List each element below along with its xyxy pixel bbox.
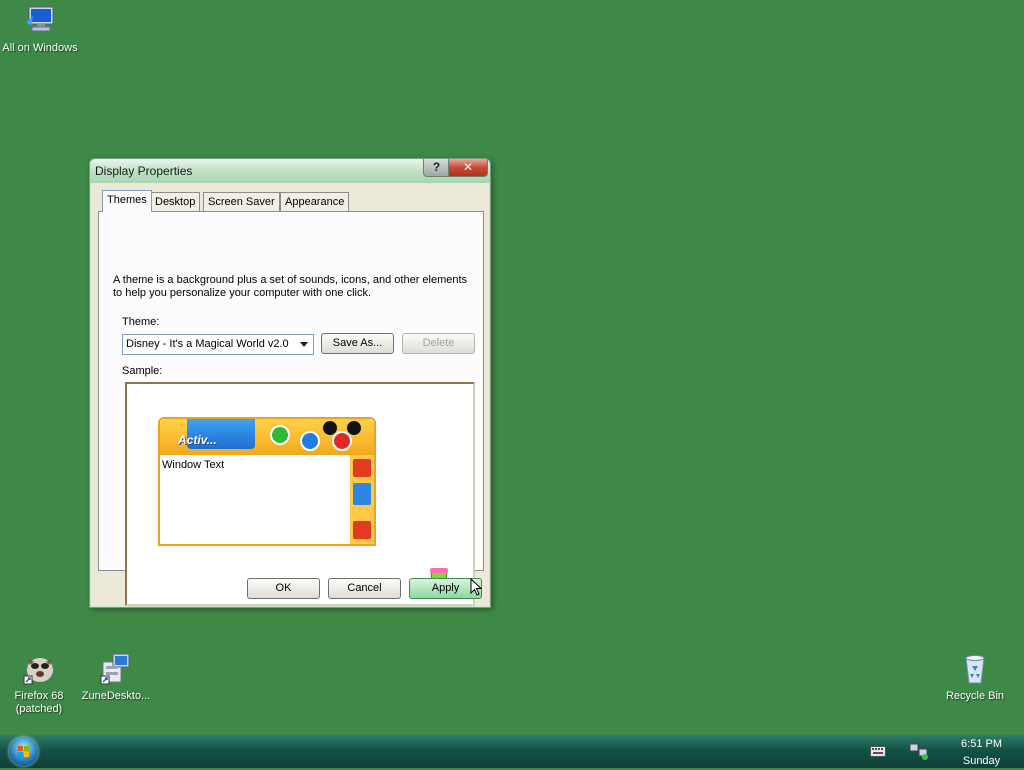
ok-button[interactable]: OK: [247, 578, 320, 599]
display-properties-dialog: Display Properties ? ✕ Themes Desktop Sc…: [89, 158, 491, 608]
taskbar-clock[interactable]: 6:51 PM Sunday: [961, 736, 1002, 770]
desktop-icon-firefox[interactable]: Firefox 68 (patched): [1, 652, 77, 716]
desktop-icon-label: ZuneDeskto...: [81, 690, 151, 702]
windows-logo-icon: [18, 746, 29, 757]
start-button[interactable]: [9, 737, 38, 766]
sample-label: Sample:: [122, 365, 163, 377]
desktop-icon-label: Firefox 68 (patched): [14, 690, 64, 715]
installer-icon: [99, 652, 133, 686]
clock-day: Sunday: [962, 755, 1001, 767]
dialog-title: Display Properties: [95, 164, 193, 178]
chevron-down-icon[interactable]: [300, 342, 308, 347]
desktop-icon-all-on-windows[interactable]: All on Windows: [2, 4, 78, 55]
sample-scrollbar: [350, 455, 374, 544]
recycle-bin-icon: [958, 652, 992, 686]
minimize-icon: [270, 425, 290, 445]
desktop-icon-zune[interactable]: ZuneDeskto...: [78, 652, 154, 703]
computer-icon: [23, 4, 57, 38]
theme-description: A theme is a background plus a set of so…: [113, 274, 468, 299]
scroll-thumb-icon: [353, 483, 371, 505]
network-icon[interactable]: [908, 741, 930, 764]
desktop-icon-recycle-bin[interactable]: Recycle Bin: [937, 652, 1013, 703]
close-button[interactable]: ✕: [448, 159, 488, 177]
mouse-cursor-icon: [470, 577, 483, 600]
theme-label: Theme:: [122, 316, 160, 328]
clock-time: 6:51 PM: [961, 738, 1002, 750]
tab-desktop[interactable]: Desktop: [150, 192, 201, 211]
scroll-up-icon: [353, 459, 371, 477]
sample-window-titlebar: Activ...: [160, 419, 374, 455]
sample-window: Activ... Window Text: [158, 417, 376, 546]
tab-screen-saver[interactable]: Screen Saver: [203, 192, 280, 211]
keyboard-icon[interactable]: [870, 746, 886, 760]
theme-sample-preview: Activ... Window Text: [125, 382, 475, 606]
mouse-ear-icon: [347, 421, 361, 435]
dialog-titlebar[interactable]: Display Properties ? ✕: [90, 159, 490, 183]
firefox-icon: [22, 652, 56, 686]
desktop-icon-label: All on Windows: [2, 42, 78, 54]
save-as-button[interactable]: Save As...: [321, 333, 394, 354]
close-icon: [332, 431, 352, 451]
delete-button[interactable]: Delete: [402, 333, 475, 354]
themes-tab-panel: A theme is a background plus a set of so…: [98, 211, 484, 606]
desktop-icon-label: Recycle Bin: [945, 690, 1005, 702]
tab-appearance[interactable]: Appearance: [280, 192, 350, 211]
maximize-icon: [300, 431, 320, 451]
tab-themes[interactable]: Themes: [102, 190, 152, 212]
cancel-button[interactable]: Cancel: [328, 578, 401, 599]
theme-select-value: Disney - It's a Magical World v2.0: [126, 338, 289, 350]
theme-select[interactable]: Disney - It's a Magical World v2.0: [122, 334, 314, 355]
taskbar: 6:51 PM Sunday: [0, 735, 1024, 768]
sample-window-title: Activ...: [178, 433, 217, 447]
sample-window-text: Window Text: [162, 459, 225, 471]
scroll-down-icon: [353, 521, 371, 539]
help-button[interactable]: ?: [423, 159, 450, 177]
